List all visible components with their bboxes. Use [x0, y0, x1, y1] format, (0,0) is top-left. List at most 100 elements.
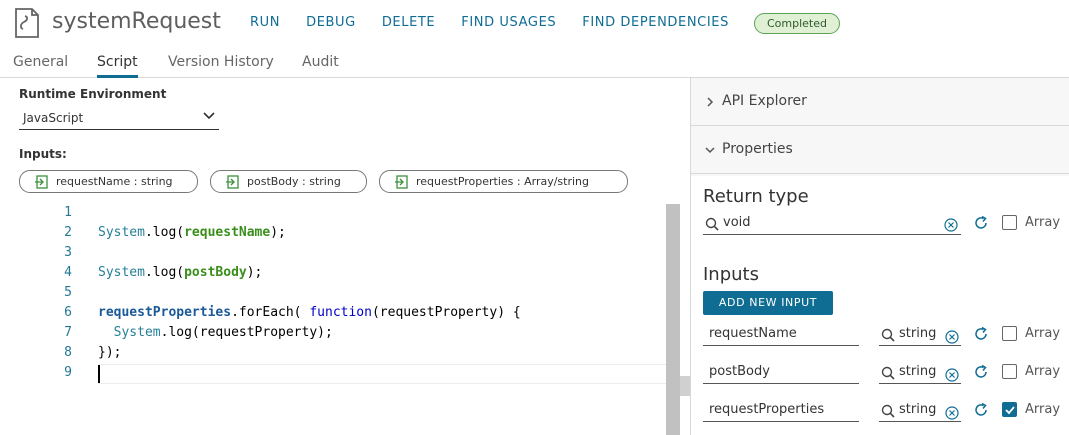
chevron-right-icon: [707, 97, 714, 107]
side-panel: API Explorer Properties Return type void…: [690, 78, 1069, 435]
input-type-field[interactable]: string: [879, 400, 961, 422]
line-number: 5: [64, 285, 72, 300]
refresh-icon[interactable]: [973, 215, 989, 231]
api-explorer-header[interactable]: API Explorer: [691, 78, 1069, 126]
code-line: System.log(requestProperty);: [98, 325, 333, 340]
code-token: );: [246, 265, 263, 280]
code-line: requestProperties.forEach( function(requ…: [98, 305, 521, 320]
code-token: System: [98, 265, 145, 280]
code-token: .log(: [144, 225, 185, 240]
input-type-field[interactable]: string: [879, 362, 961, 384]
refresh-icon[interactable]: [973, 326, 989, 342]
array-label: Array: [1025, 326, 1061, 341]
input-type-field[interactable]: string: [879, 324, 961, 346]
page-title: systemRequest: [52, 9, 221, 34]
input-name-value: requestName: [709, 326, 797, 341]
line-number: 2: [64, 225, 72, 240]
tab-script[interactable]: Script: [97, 54, 138, 78]
tab-audit[interactable]: Audit: [302, 54, 339, 78]
add-new-input-button[interactable]: ADD NEW INPUT: [703, 291, 833, 315]
find-usages-button[interactable]: FIND USAGES: [461, 15, 556, 30]
array-label: Array: [1025, 402, 1061, 417]
find-dependencies-button[interactable]: FIND DEPENDENCIES: [582, 15, 729, 30]
return-type-heading: Return type: [703, 186, 809, 207]
return-type-input[interactable]: void: [703, 213, 961, 235]
line-number: 1: [64, 205, 72, 220]
input-chip-requestname[interactable]: requestName : string: [19, 170, 198, 193]
input-name-field[interactable]: postBody: [703, 362, 859, 384]
clear-icon[interactable]: [945, 368, 959, 382]
status-badge: Completed: [754, 13, 840, 34]
input-chip-requestproperties[interactable]: requestProperties : Array/string: [379, 170, 628, 193]
clear-icon[interactable]: [945, 330, 959, 344]
input-array-checkbox[interactable]: [1002, 402, 1017, 417]
input-name-value: postBody: [709, 364, 770, 379]
chevron-down-icon: [705, 147, 715, 154]
current-line-highlight: [98, 364, 666, 384]
code-editor[interactable]: 1 2 3 4 5 6 7 8 9 System.log(requestName); System.…: [10, 204, 690, 435]
code-token: System: [113, 325, 161, 340]
input-name-value: requestProperties: [709, 402, 825, 417]
input-array-checkbox[interactable]: [1002, 364, 1017, 379]
debug-button[interactable]: DEBUG: [306, 15, 356, 30]
properties-body: Return type void Array Inputs ADD NEW IN…: [691, 176, 1069, 435]
line-number: 3: [64, 245, 72, 260]
check-icon: [1005, 406, 1015, 415]
runtime-label: Runtime Environment: [19, 87, 167, 101]
inputs-heading: Inputs: [703, 264, 759, 285]
code-token: .log(: [144, 265, 185, 280]
text-cursor: [98, 365, 100, 383]
code-token: );: [270, 225, 286, 240]
properties-label: Properties: [722, 141, 793, 157]
code-token: requestName: [184, 225, 271, 240]
chip-label: postBody : string: [247, 175, 341, 188]
chip-label: requestName : string: [56, 175, 173, 188]
input-chip-postbody[interactable]: postBody : string: [210, 170, 367, 193]
code-token: System: [98, 225, 145, 240]
input-arrow-icon: [226, 175, 239, 189]
run-button[interactable]: RUN: [250, 15, 280, 30]
input-arrow-icon: [35, 175, 48, 189]
array-label: Array: [1025, 364, 1061, 379]
search-icon: [881, 328, 895, 342]
api-explorer-label: API Explorer: [722, 93, 807, 109]
return-type-value: void: [723, 215, 751, 230]
script-pane: Runtime Environment JavaScript Inputs: r…: [0, 78, 690, 435]
chip-label: requestProperties : Array/string: [416, 175, 590, 188]
code-line: });: [98, 345, 121, 360]
document-icon: [15, 8, 39, 38]
line-number: 7: [64, 325, 72, 340]
tab-general[interactable]: General: [13, 54, 68, 78]
array-label: Array: [1025, 215, 1061, 230]
line-number: 9: [64, 365, 72, 380]
code-line: System.log(postBody);: [98, 265, 262, 280]
input-name-field[interactable]: requestProperties: [703, 400, 859, 422]
refresh-icon[interactable]: [973, 364, 989, 380]
clear-icon[interactable]: [945, 406, 959, 420]
input-array-checkbox[interactable]: [1002, 326, 1017, 341]
code-token: });: [98, 345, 122, 360]
input-type-value: string: [899, 326, 937, 341]
action-bar: RUN DEBUG DELETE FIND USAGES FIND DEPEND…: [250, 15, 729, 30]
chevron-down-icon: [203, 112, 215, 120]
delete-button[interactable]: DELETE: [382, 15, 435, 30]
tab-version-history[interactable]: Version History: [168, 54, 274, 78]
search-icon: [705, 217, 719, 231]
line-number: 8: [64, 345, 72, 360]
tab-bar: General Script Version History Audit: [0, 48, 1069, 78]
input-type-value: string: [899, 402, 937, 417]
input-type-value: string: [899, 364, 937, 379]
code-line: System.log(requestName);: [98, 225, 286, 240]
properties-header[interactable]: Properties: [691, 126, 1069, 174]
return-type-array-checkbox[interactable]: [1002, 215, 1017, 230]
refresh-icon[interactable]: [973, 402, 989, 418]
code-token: .log(requestProperty);: [160, 325, 333, 340]
editor-scrollbar-thumb[interactable]: [666, 204, 680, 435]
runtime-select[interactable]: JavaScript: [19, 108, 219, 130]
code-token: postBody: [184, 265, 247, 280]
clear-icon[interactable]: [944, 218, 958, 232]
input-name-field[interactable]: requestName: [703, 324, 859, 346]
code-token: (requestProperty) {: [371, 305, 521, 320]
line-number: 4: [64, 265, 72, 280]
code-token: function: [309, 305, 372, 320]
